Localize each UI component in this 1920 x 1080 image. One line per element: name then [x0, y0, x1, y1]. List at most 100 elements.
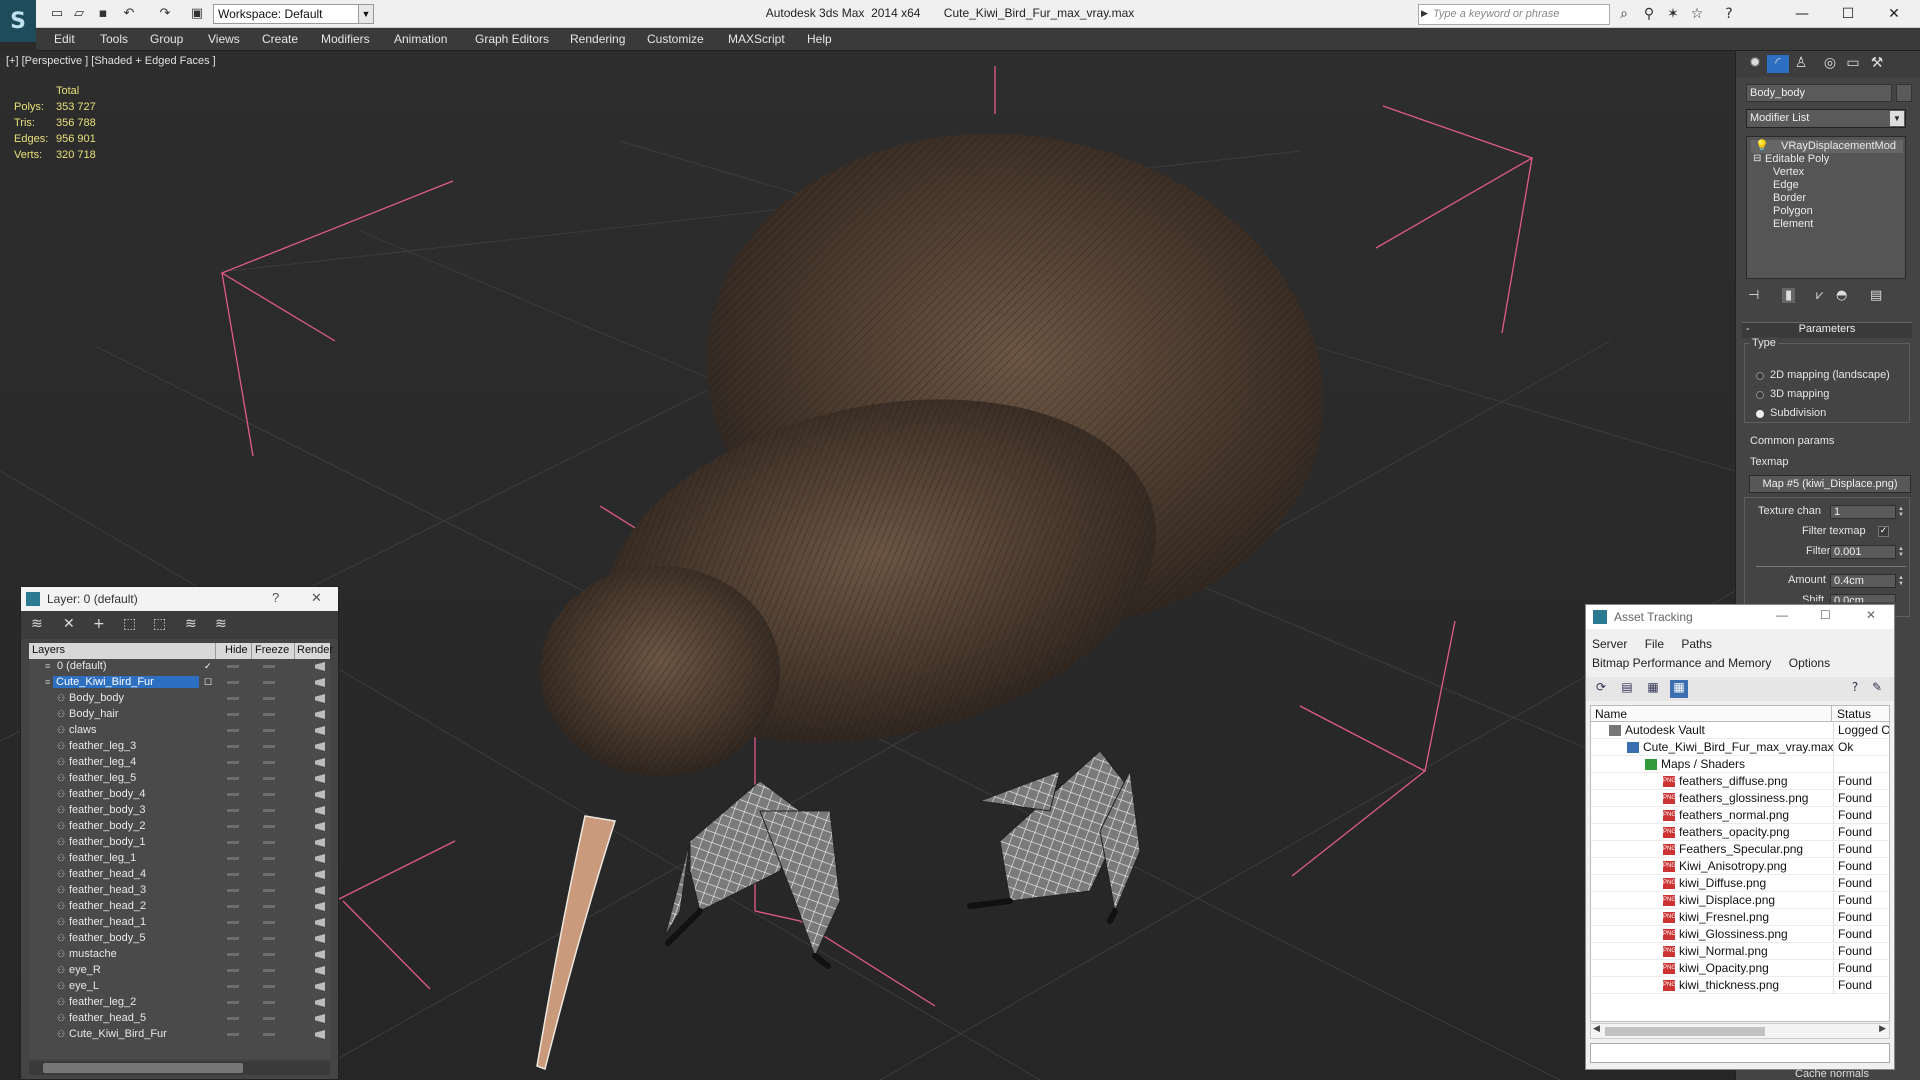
freeze-toggle[interactable]	[263, 809, 275, 812]
option-subdivision[interactable]: Subdivision	[1770, 407, 1826, 419]
filter-texmap-checkbox[interactable]: ✓	[1878, 526, 1889, 537]
stack-item-element[interactable]: Element	[1773, 218, 1813, 230]
col-name[interactable]: Name	[1595, 707, 1627, 721]
freeze-toggle[interactable]	[263, 969, 275, 972]
layer-row[interactable]: ⚇ feather_body_5	[29, 931, 330, 947]
hide-toggle[interactable]	[227, 825, 239, 828]
viewport-label[interactable]: [+] [Perspective ] [Shaded + Edged Faces…	[6, 55, 216, 67]
layer-row[interactable]: ⚇ feather_leg_3	[29, 739, 330, 755]
layer-row[interactable]: ⚇ eye_R	[29, 963, 330, 979]
menu-graph-editors[interactable]: Graph Editors	[475, 32, 549, 46]
layer-name[interactable]: feather_body_4	[69, 788, 145, 800]
freeze-toggle[interactable]	[263, 745, 275, 748]
make-current-checkbox-icon[interactable]: ☐	[204, 677, 214, 688]
layer-name[interactable]: feather_head_1	[69, 916, 146, 928]
asset-name[interactable]: kiwi_Fresnel.png	[1679, 910, 1769, 924]
menu-maxscript[interactable]: MAXScript	[728, 32, 785, 46]
workspace-dropdown[interactable]: Workspace: Default ▼	[213, 4, 374, 24]
list-view-icon[interactable]: ▤	[1618, 680, 1636, 698]
freeze-toggle[interactable]	[263, 713, 275, 716]
asset-path-field[interactable]	[1590, 1043, 1890, 1063]
asset-row[interactable]: PNG feathers_diffuse.png Found	[1591, 773, 1889, 790]
layer-row[interactable]: ⚇ Body_body	[29, 691, 330, 707]
asset-row[interactable]: PNG kiwi_Fresnel.png Found	[1591, 909, 1889, 926]
layer-name[interactable]: feather_body_1	[69, 836, 145, 848]
asset-row[interactable]: PNG kiwi_Opacity.png Found	[1591, 960, 1889, 977]
hide-toggle[interactable]	[227, 777, 239, 780]
render-teapot-icon[interactable]	[315, 662, 325, 671]
amount-spinner[interactable]: 0.4cm ▲ ▼	[1830, 574, 1904, 588]
render-teapot-icon[interactable]	[315, 1030, 325, 1039]
menu-tools[interactable]: Tools	[100, 32, 128, 46]
utilities-tab-icon[interactable]: ⚒	[1866, 55, 1888, 73]
layer-list[interactable]: ≡ 0 (default) ✓ ≡ Cute_Kiwi_Bird_Fur ☐ ⚇ Body_b…	[29, 659, 330, 1059]
layer-row[interactable]: ⚇ feather_head_4	[29, 867, 330, 883]
freeze-toggle[interactable]	[263, 1001, 275, 1004]
freeze-toggle[interactable]	[263, 665, 275, 668]
layer-name[interactable]: claws	[69, 724, 97, 736]
delete-layer-icon[interactable]: ✕	[63, 616, 75, 632]
menu-edit[interactable]: Edit	[54, 32, 75, 46]
hide-toggle[interactable]	[227, 697, 239, 700]
spinner-arrows-icon[interactable]: ▲ ▼	[1896, 546, 1906, 558]
render-teapot-icon[interactable]	[315, 742, 325, 751]
menu-group[interactable]: Group	[150, 32, 183, 46]
configure-sets-icon[interactable]: ▤	[1870, 288, 1882, 303]
freeze-toggle[interactable]	[263, 889, 275, 892]
hide-toggle[interactable]	[227, 921, 239, 924]
render-teapot-icon[interactable]	[315, 726, 325, 735]
render-teapot-icon[interactable]	[315, 790, 325, 799]
stack-item-polygon[interactable]: Polygon	[1773, 205, 1813, 217]
asset-row[interactable]: Maps / Shaders	[1591, 756, 1889, 773]
radio-subdivision[interactable]	[1756, 410, 1764, 418]
display-tab-icon[interactable]: ▭	[1842, 55, 1864, 73]
render-teapot-icon[interactable]	[315, 950, 325, 959]
layer-manager-window[interactable]: Layer: 0 (default) ? ✕ ≋ ✕ + ⬚ ⬚ ≋ ≋ Lay…	[20, 586, 339, 1080]
render-teapot-icon[interactable]	[315, 694, 325, 703]
freeze-toggle[interactable]	[263, 825, 275, 828]
new-file-icon[interactable]: ▭	[48, 5, 66, 22]
layer-window-titlebar[interactable]: Layer: 0 (default) ? ✕	[21, 587, 338, 611]
render-teapot-icon[interactable]	[315, 854, 325, 863]
asset-name[interactable]: Feathers_Specular.png	[1679, 842, 1803, 856]
refresh-icon[interactable]: ⟳	[1592, 680, 1610, 698]
menu-views[interactable]: Views	[208, 32, 240, 46]
scroll-right-icon[interactable]: ▶	[1879, 1024, 1886, 1034]
asset-row[interactable]: PNG kiwi_Diffuse.png Found	[1591, 875, 1889, 892]
menu-bitmap-performance[interactable]: Bitmap Performance and Memory	[1592, 656, 1771, 670]
layer-row[interactable]: ⚇ feather_head_5	[29, 1011, 330, 1027]
hide-toggle[interactable]	[227, 793, 239, 796]
hide-toggle[interactable]	[227, 953, 239, 956]
texmap-button[interactable]: Map #5 (kiwi_Displace.png)	[1749, 475, 1911, 493]
menu-customize[interactable]: Customize	[647, 32, 704, 46]
layer-name[interactable]: feather_head_4	[69, 868, 146, 880]
layer-name[interactable]: mustache	[69, 948, 117, 960]
render-teapot-icon[interactable]	[315, 902, 325, 911]
render-teapot-icon[interactable]	[315, 998, 325, 1007]
menu-modifiers[interactable]: Modifiers	[321, 32, 370, 46]
close-icon[interactable]: ✕	[311, 590, 322, 606]
layer-name[interactable]: feather_body_3	[69, 804, 145, 816]
hide-toggle[interactable]	[227, 857, 239, 860]
render-teapot-icon[interactable]	[315, 886, 325, 895]
settings-icon[interactable]: ✎	[1868, 680, 1886, 698]
freeze-toggle[interactable]	[263, 841, 275, 844]
motion-tab-icon[interactable]: ◎	[1819, 55, 1841, 73]
radio-3d-mapping[interactable]	[1756, 391, 1764, 399]
scroll-left-icon[interactable]: ◀	[1593, 1024, 1600, 1034]
freeze-toggle[interactable]	[263, 905, 275, 908]
layer-row[interactable]: ⚇ feather_leg_4	[29, 755, 330, 771]
lightbulb-icon[interactable]: 💡	[1755, 139, 1769, 152]
asset-row[interactable]: PNG Kiwi_Anisotropy.png Found	[1591, 858, 1889, 875]
close-icon[interactable]: ✕	[1871, 0, 1917, 28]
stack-item-border[interactable]: Border	[1773, 192, 1806, 204]
hide-toggle[interactable]	[227, 713, 239, 716]
spinner-arrows-icon[interactable]: ▲ ▼	[1896, 575, 1906, 587]
layer-row[interactable]: ⚇ feather_head_1	[29, 915, 330, 931]
texture-chan-spinner[interactable]: 1 ▲ ▼	[1830, 505, 1904, 519]
stack-item-vraydisplacement[interactable]: VRayDisplacementMod	[1781, 140, 1896, 152]
hide-toggle[interactable]	[227, 841, 239, 844]
asset-row[interactable]: PNG feathers_glossiness.png Found	[1591, 790, 1889, 807]
layer-row[interactable]: ⚇ feather_leg_1	[29, 851, 330, 867]
layer-name[interactable]: Body_body	[69, 692, 124, 704]
